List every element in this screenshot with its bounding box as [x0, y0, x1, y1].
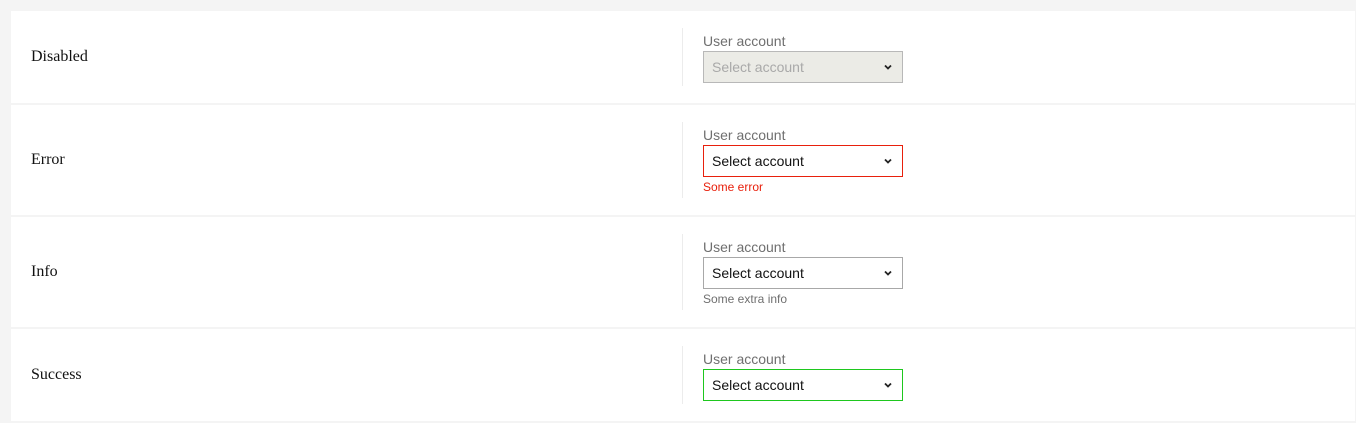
select-states-card: Disabled User account Select account Err…	[11, 11, 1355, 423]
row-title: Error	[31, 151, 65, 168]
row-error: Error User account Select account Some e…	[11, 105, 1355, 215]
chevron-down-icon	[884, 64, 892, 70]
field-group: User account Select account	[682, 346, 903, 404]
row-title: Info	[31, 263, 58, 280]
field-label: User account	[703, 351, 786, 367]
chevron-down-icon	[884, 270, 892, 276]
user-account-select-info[interactable]: Select account	[703, 257, 903, 289]
row-success: Success User account Select account	[11, 329, 1355, 421]
user-account-select-disabled: Select account	[703, 51, 903, 83]
row-info: Info User account Select account Some ex…	[11, 217, 1355, 327]
row-disabled: Disabled User account Select account	[11, 11, 1355, 103]
field-label: User account	[703, 33, 786, 49]
select-value: Select account	[712, 377, 804, 393]
error-message: Some error	[703, 180, 764, 194]
user-account-select-success[interactable]: Select account	[703, 369, 903, 401]
row-title: Success	[31, 366, 82, 383]
field-group: User account Select account	[682, 28, 903, 86]
chevron-down-icon	[884, 158, 892, 164]
info-message: Some extra info	[703, 292, 788, 306]
field-label: User account	[703, 127, 786, 143]
row-title: Disabled	[31, 48, 88, 65]
field-label: User account	[703, 239, 786, 255]
field-group: User account Select account Some error	[682, 122, 903, 198]
select-value: Select account	[712, 59, 804, 75]
field-group: User account Select account Some extra i…	[682, 234, 903, 310]
user-account-select-error[interactable]: Select account	[703, 145, 903, 177]
select-value: Select account	[712, 153, 804, 169]
select-value: Select account	[712, 265, 804, 281]
chevron-down-icon	[884, 382, 892, 388]
